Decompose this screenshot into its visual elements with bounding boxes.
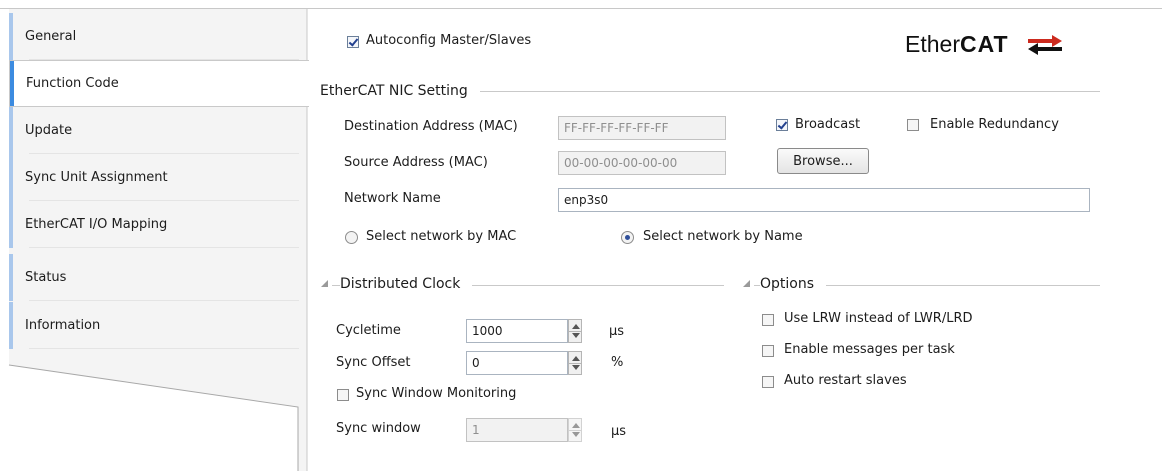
sync-offset-label: Sync Offset bbox=[336, 355, 411, 370]
ethercat-logo-cat: CAT bbox=[959, 31, 1009, 57]
select-by-mac-radio[interactable] bbox=[345, 231, 358, 244]
sync-window-spinner[interactable] bbox=[568, 418, 582, 442]
source-address-field[interactable]: 00-00-00-00-00-00 bbox=[558, 151, 726, 175]
tab-column: General Function Code Update Sync Unit A… bbox=[0, 9, 310, 471]
tab-general-label: General bbox=[25, 29, 77, 44]
sync-window-monitoring-label: Sync Window Monitoring bbox=[356, 386, 517, 401]
tab-function-code-label: Function Code bbox=[26, 76, 119, 91]
cycletime-label: Cycletime bbox=[336, 323, 401, 338]
auto-restart-checkbox[interactable] bbox=[762, 376, 774, 388]
cycletime-unit: µs bbox=[609, 324, 625, 339]
cycletime-field[interactable]: 1000 bbox=[466, 319, 568, 343]
settings-panel: Autoconfig Master/Slaves EtherCAT EtherC… bbox=[310, 9, 1162, 471]
source-address-label: Source Address (MAC) bbox=[344, 155, 488, 170]
use-lrw-checkbox[interactable] bbox=[762, 314, 774, 326]
ethercat-arrows-icon bbox=[1028, 35, 1062, 55]
tab-status[interactable]: Status bbox=[9, 254, 307, 301]
ethercat-logo: EtherCAT bbox=[905, 31, 1062, 61]
dest-address-label: Destination Address (MAC) bbox=[344, 119, 518, 134]
sync-window-unit: µs bbox=[611, 424, 627, 439]
tab-update[interactable]: Update bbox=[9, 107, 307, 154]
ethercat-logo-ether: Ether bbox=[905, 31, 960, 57]
tab-information-label: Information bbox=[25, 318, 101, 333]
sync-offset-unit: % bbox=[611, 355, 624, 370]
broadcast-checkbox[interactable] bbox=[776, 119, 788, 131]
tab-function-code[interactable]: Function Code bbox=[9, 60, 309, 107]
sync-window-field[interactable]: 1 bbox=[466, 418, 568, 442]
tab-ethercat-io-mapping[interactable]: EtherCAT I/O Mapping bbox=[9, 201, 307, 248]
tab-ethercat-io-mapping-label: EtherCAT I/O Mapping bbox=[25, 217, 168, 232]
dest-address-field[interactable]: FF-FF-FF-FF-FF-FF bbox=[558, 116, 726, 140]
select-by-name-label: Select network by Name bbox=[643, 229, 803, 244]
tab-information[interactable]: Information bbox=[9, 302, 307, 349]
broadcast-label: Broadcast bbox=[795, 117, 861, 132]
sync-window-monitoring-checkbox[interactable] bbox=[337, 389, 349, 401]
select-by-mac-label: Select network by MAC bbox=[366, 229, 517, 244]
options-collapse-icon bbox=[742, 277, 754, 289]
enable-messages-checkbox[interactable] bbox=[762, 345, 774, 357]
enable-redundancy-label: Enable Redundancy bbox=[930, 117, 1059, 132]
tab-general[interactable]: General bbox=[9, 13, 307, 60]
select-by-name-radio[interactable] bbox=[621, 231, 634, 244]
network-name-field[interactable]: enp3s0 bbox=[558, 188, 1090, 212]
tab-update-label: Update bbox=[25, 123, 73, 138]
nic-section-title: EtherCAT NIC Setting bbox=[320, 83, 480, 99]
sync-offset-field[interactable]: 0 bbox=[466, 351, 568, 375]
tab-status-label: Status bbox=[25, 270, 67, 285]
dc-section-title: Distributed Clock bbox=[340, 276, 473, 292]
options-section-title: Options bbox=[760, 276, 827, 292]
tab-sync-unit-assignment-label: Sync Unit Assignment bbox=[25, 170, 168, 185]
autoconfig-label: Autoconfig Master/Slaves bbox=[366, 33, 532, 48]
enable-messages-label: Enable messages per task bbox=[784, 342, 955, 357]
dc-collapse-icon bbox=[320, 277, 332, 289]
sync-window-label: Sync window bbox=[336, 421, 421, 436]
tab-sync-unit-assignment[interactable]: Sync Unit Assignment bbox=[9, 154, 307, 201]
auto-restart-label: Auto restart slaves bbox=[784, 373, 907, 388]
sync-offset-spinner[interactable] bbox=[568, 351, 582, 375]
cycletime-spinner[interactable] bbox=[568, 319, 582, 343]
browse-button[interactable]: Browse... bbox=[777, 148, 869, 174]
autoconfig-checkbox[interactable] bbox=[347, 36, 359, 48]
network-name-label: Network Name bbox=[344, 191, 441, 206]
enable-redundancy-checkbox[interactable] bbox=[907, 119, 919, 131]
use-lrw-label: Use LRW instead of LWR/LRD bbox=[784, 311, 973, 326]
